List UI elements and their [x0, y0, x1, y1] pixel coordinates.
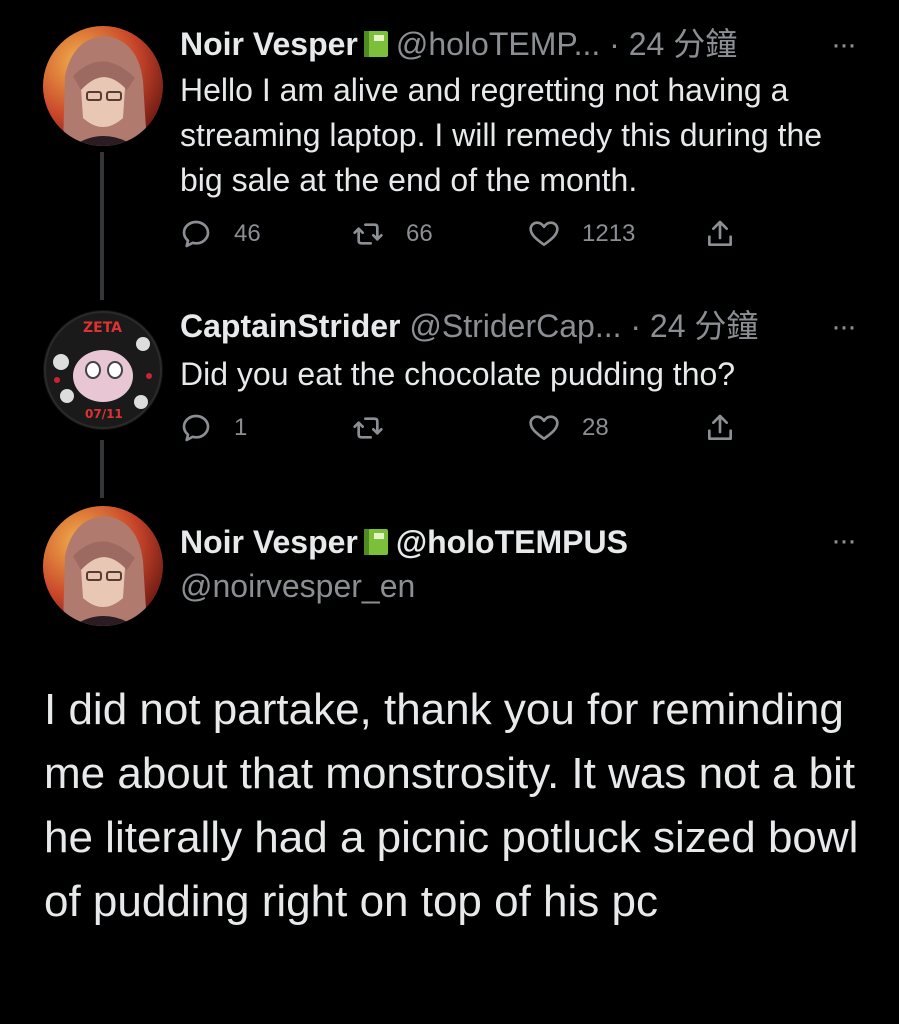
tweet-header: CaptainStrider @StriderCap... · 24 分鐘 [180, 306, 758, 346]
retweet-button[interactable] [352, 412, 406, 444]
reply-count: 1 [234, 414, 248, 441]
like-count: 28 [582, 414, 609, 441]
separator-dot: · [630, 308, 642, 344]
thread-line [100, 152, 104, 300]
thread-line [100, 440, 104, 498]
separator-dot: · [609, 26, 620, 62]
green-book-icon [362, 526, 390, 556]
user-handle[interactable]: @holoTEMP... [396, 26, 600, 62]
retweet-icon [353, 223, 383, 245]
like-button[interactable]: 28 [528, 412, 609, 444]
share-icon [708, 220, 732, 246]
share-icon [708, 414, 732, 440]
more-options-icon[interactable]: ··· [831, 310, 857, 344]
retweet-count: 66 [406, 220, 433, 247]
secondary-handle[interactable]: @noirvesper_en [180, 568, 415, 605]
avatar[interactable]: ZETA 07/11 [43, 310, 163, 430]
reply-button[interactable]: 46 [180, 218, 261, 250]
retweet-icon [353, 417, 383, 439]
display-name[interactable]: CaptainStrider [180, 308, 400, 344]
tweet-actions: 1 28 [180, 412, 740, 452]
like-button[interactable]: 1213 [528, 218, 635, 250]
display-name[interactable]: Noir Vesper [180, 524, 358, 560]
tweet-text: Hello I am alive and regretting not havi… [180, 72, 823, 198]
heart-icon [529, 415, 559, 440]
reply-icon [182, 414, 210, 442]
green-book-icon [362, 28, 390, 58]
tweet-actions: 46 66 1213 [180, 218, 740, 258]
avatar-caption: 07/11 [85, 407, 123, 421]
more-options-icon[interactable]: ··· [831, 524, 857, 558]
tweet-header: Noir Vesper @holoTEMP... · 24 分鐘 [180, 24, 737, 64]
tweet-text: I did not partake, thank you for remindi… [44, 685, 859, 926]
like-count: 1213 [582, 220, 636, 247]
tweet-text: Did you eat the chocolate pudding tho? [180, 356, 736, 392]
display-name[interactable]: Noir Vesper [180, 26, 358, 62]
share-button[interactable] [704, 412, 758, 444]
avatar[interactable] [43, 26, 163, 146]
avatar-caption: ZETA [83, 320, 122, 336]
reply-icon [182, 220, 210, 248]
user-handle[interactable]: @holoTEMPUS [396, 524, 628, 560]
timestamp[interactable]: 24 分鐘 [629, 26, 738, 62]
reply-button[interactable]: 1 [180, 412, 247, 444]
reply-count: 46 [234, 220, 261, 247]
share-button[interactable] [704, 218, 758, 250]
timestamp[interactable]: 24 分鐘 [650, 308, 759, 344]
user-handle[interactable]: @StriderCap... [409, 308, 621, 344]
heart-icon [529, 221, 559, 246]
retweet-button[interactable]: 66 [352, 218, 433, 250]
avatar[interactable] [43, 506, 163, 626]
tweet-header: Noir Vesper @holoTEMPUS [180, 522, 628, 562]
more-options-icon[interactable]: ··· [831, 28, 857, 62]
